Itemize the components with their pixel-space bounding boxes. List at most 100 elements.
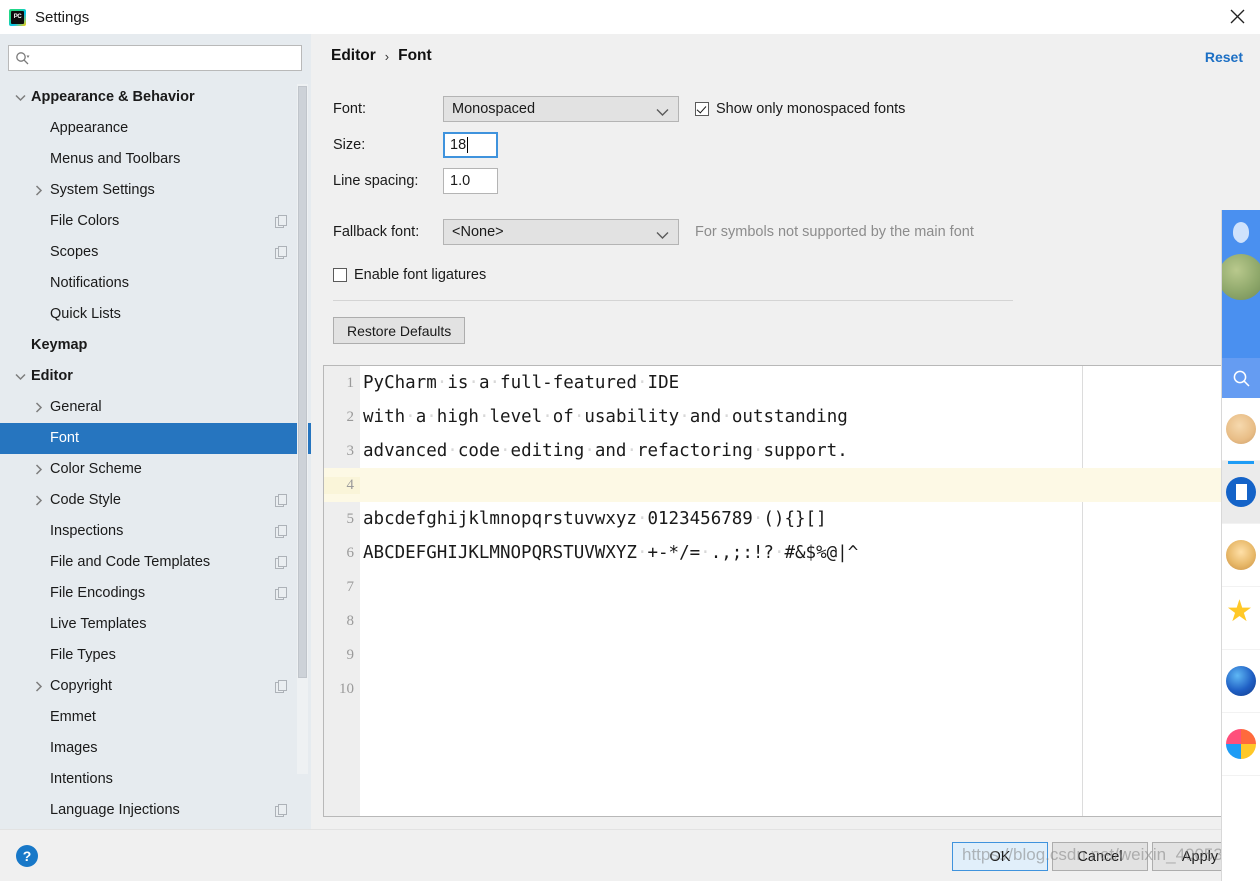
reset-link[interactable]: Reset [1205,49,1243,65]
sidebar-item-images[interactable]: Images [0,733,311,764]
sidebar-item-intentions[interactable]: Intentions [0,764,311,795]
size-value: 18 [450,137,467,153]
line-number: 10 [339,680,354,697]
sidebar-item-language-injections[interactable]: Language Injections [0,795,311,817]
search-input[interactable] [30,46,301,70]
sidebar-scrollbar[interactable] [297,84,308,774]
sidebar-item-appearance-behavior[interactable]: Appearance & Behavior [0,82,311,113]
sidebar-item-file-and-code-templates[interactable]: File and Code Templates [0,547,311,578]
show-monospaced-checkbox[interactable] [695,102,709,116]
fallback-font-select[interactable]: <None> [443,219,679,245]
copy-settings-icon[interactable] [275,804,288,817]
sidebar-item-color-scheme[interactable]: Color Scheme [0,454,311,485]
copy-settings-icon[interactable] [275,587,288,600]
copy-settings-icon[interactable] [275,494,288,507]
sidebar-item-system-settings[interactable]: System Settings [0,175,311,206]
settings-tree[interactable]: Appearance & Behavior Appearance Menus and… [0,82,311,817]
sidebar-item-notifications[interactable]: Notifications [0,268,311,299]
chevron-right-icon[interactable] [33,495,45,507]
close-icon[interactable] [1214,0,1260,33]
avatar[interactable] [1222,254,1260,300]
qq-contact-item[interactable] [1222,650,1260,713]
preview-line[interactable]: 10 [324,672,1242,706]
sidebar-item-label: File Types [50,647,116,663]
preview-line[interactable]: 9 [324,638,1242,672]
copy-settings-icon[interactable] [275,525,288,538]
sidebar-item-emmet[interactable]: Emmet [0,702,311,733]
qq-contact-item[interactable] [1222,398,1260,461]
chevron-right-icon[interactable] [33,185,45,197]
sidebar-item-label: File and Code Templates [50,554,211,570]
qq-contact-item[interactable] [1222,713,1260,776]
preview-line[interactable]: 3 advanced·code·editing·and·refactoring·s… [324,434,1242,468]
help-button[interactable]: ? [16,845,38,867]
sidebar-item-copyright[interactable]: Copyright [0,671,311,702]
copy-settings-icon[interactable] [275,215,288,228]
qq-side-panel[interactable] [1221,210,1260,881]
qq-contact-list[interactable] [1222,398,1260,776]
sidebar-scrollbar-thumb[interactable] [298,86,307,678]
line-spacing-input[interactable]: 1.0 [443,168,498,194]
preview-line[interactable]: 4 [324,468,1242,502]
line-number: 5 [346,510,355,527]
sidebar-item-appearance[interactable]: Appearance [0,113,311,144]
dialog-footer: ? OK Cancel Apply [0,829,1260,881]
sidebar-item-inspections[interactable]: Inspections [0,516,311,547]
font-preview-editor[interactable]: 1 PyCharm·is·a·full-featured·IDE 2 with·a·h… [323,365,1243,817]
size-label: Size: [333,137,366,153]
preview-line[interactable]: 6 ABCDEFGHIJKLMNOPQRSTUVWXYZ·+-*/=·.,;:!?… [324,536,1242,570]
globe-icon [1226,666,1256,696]
text-caret [467,137,469,153]
qq-contact-item[interactable] [1222,461,1260,524]
chevron-right-icon[interactable] [33,681,45,693]
copy-settings-icon[interactable] [275,556,288,569]
breadcrumb-root[interactable]: Editor [331,47,376,65]
sidebar-item-file-types[interactable]: File Types [0,640,311,671]
chevron-down-icon[interactable] [14,371,26,383]
sidebar-item-label: System Settings [50,182,155,198]
sidebar-item-code-style[interactable]: Code Style [0,485,311,516]
size-input[interactable]: 18 [443,132,498,158]
search-box[interactable] [8,45,302,71]
cancel-button[interactable]: Cancel [1052,842,1148,871]
restore-defaults-button[interactable]: Restore Defaults [333,317,466,344]
preview-line[interactable]: 5 abcdefghijklmnopqrstuvwxyz·0123456789·(… [324,502,1242,536]
qq-search-button[interactable] [1222,358,1260,398]
ok-button[interactable]: OK [952,842,1048,871]
sidebar-item-quick-lists[interactable]: Quick Lists [0,299,311,330]
chevron-right-icon[interactable] [33,464,45,476]
sidebar-item-label: Appearance & Behavior [31,89,195,105]
sidebar-item-live-templates[interactable]: Live Templates [0,609,311,640]
qq-panel-header [1222,210,1260,358]
sidebar-item-file-colors[interactable]: File Colors [0,206,311,237]
font-family-select[interactable]: Monospaced [443,96,679,122]
chevron-down-icon[interactable] [14,92,26,104]
chevron-right-icon[interactable] [33,402,45,414]
sidebar-item-font[interactable]: Font [0,423,311,454]
sidebar-item-menus-and-toolbars[interactable]: Menus and Toolbars [0,144,311,175]
preview-line[interactable]: 8 [324,604,1242,638]
line-number: 4 [324,476,360,494]
fallback-font-row: Fallback font: <None> For symbols not su… [333,219,1233,245]
qq-contact-item[interactable] [1222,524,1260,587]
line-spacing-label: Line spacing: [333,173,419,189]
sidebar-item-label: Editor [31,368,73,384]
preview-line[interactable]: 7 [324,570,1242,604]
copy-settings-icon[interactable] [275,680,288,693]
pycharm-icon: PC [9,8,26,26]
preview-line[interactable]: 1 PyCharm·is·a·full-featured·IDE [324,366,1242,400]
sidebar-item-label: Language Injections [50,802,180,817]
preview-line[interactable]: 2 with·a·high·level·of·usability·and·outs… [324,400,1242,434]
enable-ligatures-checkbox[interactable] [333,268,347,282]
sidebar-item-keymap[interactable]: Keymap [0,330,311,361]
sidebar-item-label: Code Style [50,492,121,508]
qq-contact-item[interactable] [1222,587,1260,650]
sidebar-item-file-encodings[interactable]: File Encodings [0,578,311,609]
sidebar-item-general[interactable]: General [0,392,311,423]
copy-settings-icon[interactable] [275,246,288,259]
person-icon [1226,414,1256,444]
line-text: advanced·code·editing·and·refactoring·su… [363,441,848,461]
sidebar-item-editor[interactable]: Editor [0,361,311,392]
sidebar-item-scopes[interactable]: Scopes [0,237,311,268]
preview-code-area[interactable]: 1 PyCharm·is·a·full-featured·IDE 2 with·a·h… [324,366,1242,816]
